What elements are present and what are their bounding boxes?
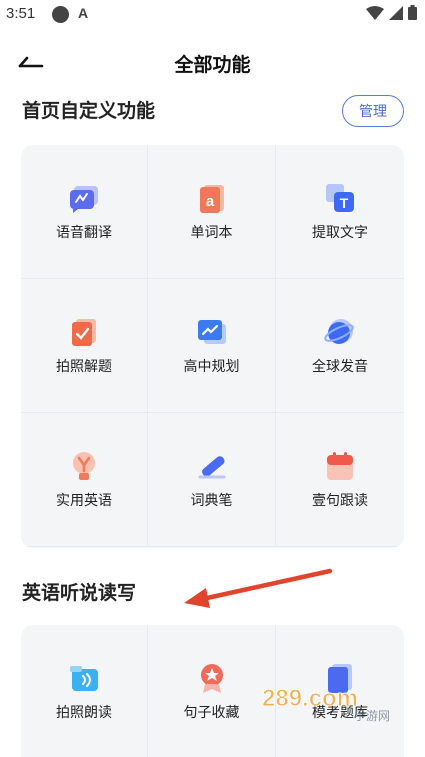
section-title-custom: 首页自定义功能 — [22, 100, 156, 122]
function-sentence-follow[interactable]: 壹句跟读 — [276, 413, 404, 547]
status-bar: 3:51 A — [0, 0, 425, 30]
wordbook-icon: a — [199, 184, 224, 213]
globe-pronounce-icon — [324, 318, 354, 344]
watermark-subtext: 手游网 — [354, 709, 390, 723]
function-photo-solve[interactable]: 拍照解题 — [21, 279, 148, 413]
function-photo-read[interactable]: 拍照朗读 — [21, 625, 148, 757]
page-title: 全部功能 — [174, 54, 251, 76]
function-label: 拍照朗读 — [56, 704, 112, 721]
function-extract-text[interactable]: T 提取文字 — [276, 145, 404, 279]
function-high-school-plan[interactable]: 高中规划 — [148, 279, 276, 413]
photo-read-icon — [70, 665, 98, 691]
function-label: 实用英语 — [56, 492, 112, 509]
bulb-english-icon — [73, 451, 95, 480]
manage-button[interactable]: 管理 — [342, 95, 404, 127]
dictionary-pen-icon — [198, 455, 225, 478]
status-icons — [366, 5, 417, 20]
function-wordbook[interactable]: a 单词本 — [148, 145, 276, 279]
function-label: 单词本 — [190, 224, 233, 241]
wifi-icon — [366, 5, 384, 20]
custom-function-card: 语音翻译 a 单词本 T 提取文字 拍照解题 高中规划 全球发音 实用英语 词典… — [21, 145, 404, 548]
status-time: 3:51 — [6, 5, 36, 22]
svg-text:T: T — [340, 195, 349, 211]
sentence-collect-icon — [200, 663, 223, 693]
function-globe-pronounce[interactable]: 全球发音 — [276, 279, 404, 413]
function-label: 词典笔 — [190, 492, 233, 509]
function-sentence-collect[interactable]: 句子收藏 — [148, 625, 276, 757]
function-label: 壹句跟读 — [312, 492, 368, 509]
function-label: 全球发音 — [312, 358, 368, 375]
svg-text:a: a — [205, 193, 214, 210]
watermark-logo: 289.com 手游网 — [262, 685, 391, 724]
photo-solve-icon — [72, 318, 96, 346]
function-dictionary-pen[interactable]: 词典笔 — [148, 413, 276, 547]
function-label: 拍照解题 — [56, 358, 112, 375]
battery-icon — [408, 5, 417, 20]
voice-translate-icon — [70, 185, 98, 213]
function-label: 提取文字 — [312, 224, 368, 241]
function-label: 语音翻译 — [56, 224, 112, 241]
function-voice-translate[interactable]: 语音翻译 — [21, 145, 148, 279]
header: 全部功能 — [0, 42, 425, 82]
notification-dot-icon — [52, 6, 69, 23]
function-label: 句子收藏 — [183, 704, 240, 721]
extract-text-icon: T — [326, 183, 354, 212]
section-title-english: 英语听说读写 — [22, 582, 137, 604]
a-notification-icon: A — [78, 5, 89, 21]
high-school-plan-icon — [197, 319, 226, 344]
annotation-arrow — [184, 568, 333, 608]
function-label: 高中规划 — [183, 358, 240, 375]
calendar-read-icon — [327, 451, 353, 480]
function-practical-english[interactable]: 实用英语 — [21, 413, 148, 547]
watermark-text: 289.com — [262, 685, 358, 712]
signal-icon — [389, 5, 403, 20]
